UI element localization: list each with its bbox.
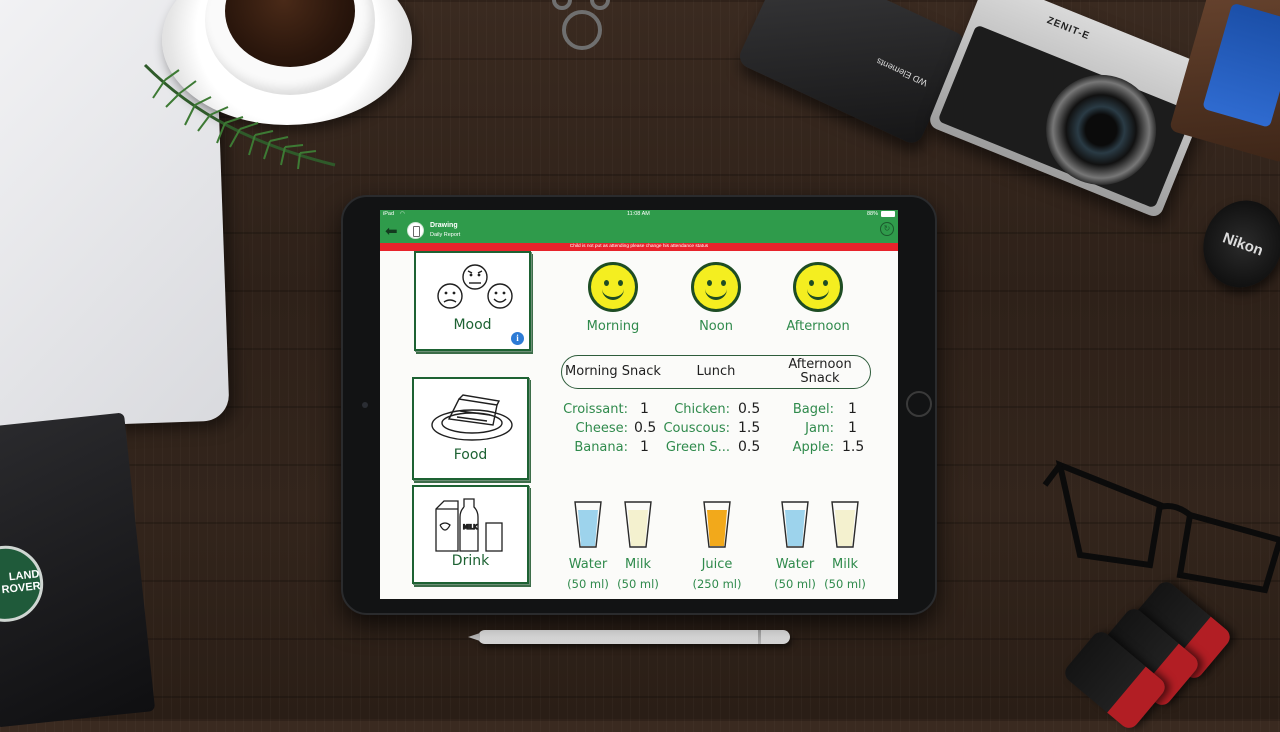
food-item-name: Banana: [574, 440, 628, 455]
drink-glass-icon [574, 501, 602, 548]
food-item-name: Apple: [792, 440, 834, 455]
mood-time-label: Noon [699, 319, 733, 334]
category-label: Mood [453, 317, 492, 333]
attendance-alert: Child is not put as attending please cha… [380, 243, 898, 251]
keys [552, 0, 610, 50]
home-button[interactable] [906, 391, 932, 417]
page-title: Drawing [430, 222, 458, 229]
svg-text:MILK: MILK [463, 524, 478, 531]
meal-label: Morning Snack [565, 364, 661, 379]
food-item-name: Jam: [805, 421, 834, 436]
carrier-label: iPad [383, 211, 395, 217]
food-item-name: Cheese: [575, 421, 628, 436]
status-bar: iPad ◠ 11:08 AM 88% [380, 210, 898, 219]
bag-logo: LAND ROVER [0, 542, 47, 626]
front-camera [362, 402, 368, 408]
drink-glass-icon [781, 501, 809, 548]
nav-bar: ⬅ Drawing Daily Report ↻ [380, 219, 898, 243]
mood-time-label: Morning [586, 319, 640, 334]
stylus-pencil [468, 630, 790, 644]
camera-label: ZENIT-E [1045, 15, 1092, 43]
drink-amount: (250 ml) [692, 577, 742, 591]
food-item-qty: 1.5 [842, 439, 865, 455]
category-card-food[interactable]: Food [412, 377, 529, 480]
battery-percent: 88% [866, 211, 878, 217]
food-item-name: Bagel: [792, 402, 834, 417]
drink-name: Milk [832, 557, 858, 572]
drink-name: Juice [701, 557, 733, 572]
back-arrow-icon[interactable]: ⬅ [385, 222, 398, 240]
food-item-qty: 0.5 [738, 439, 761, 455]
category-card-mood[interactable]: Mood i [414, 251, 531, 351]
eyeglasses [1042, 460, 1280, 594]
drink-glass-icon [624, 501, 652, 548]
info-icon[interactable]: i [511, 332, 524, 345]
drink-glass-icon [831, 501, 859, 548]
happy-face-icon [793, 262, 843, 312]
credit-card [1202, 2, 1280, 128]
black-bag: LAND ROVER [0, 412, 156, 728]
food-item-qty: 1.5 [738, 420, 761, 436]
food-item-name: Chicken: [674, 402, 730, 417]
food-plate-icon [431, 394, 513, 441]
food-item-qty: 1 [848, 401, 857, 417]
lens-cap: Nikon [1191, 189, 1280, 299]
mood-time-label: Afternoon [786, 319, 850, 334]
page-subtitle: Daily Report [430, 232, 461, 238]
clock: 11:08 AM [627, 211, 650, 217]
app-screen: iPad ◠ 11:08 AM 88% ⬅ Drawing Daily Repo… [380, 210, 898, 599]
food-item-qty: 0.5 [738, 401, 761, 417]
food-item-name: Green S... [665, 440, 730, 455]
drive-label: WD Elements [874, 55, 929, 89]
battery-icon [881, 211, 895, 217]
drinks-icon: MILK [435, 498, 503, 552]
food-item-qty: 0.5 [634, 420, 657, 436]
drink-name: Milk [625, 557, 651, 572]
drink-glass-icon [703, 501, 731, 548]
happy-face-icon [588, 262, 638, 312]
food-item-qty: 1 [848, 420, 857, 436]
category-card-drink[interactable]: MILK Drink [412, 485, 529, 584]
report-avatar-icon [407, 222, 424, 239]
happy-face-icon [691, 262, 741, 312]
meal-label: Lunch [696, 364, 736, 379]
drink-amount: (50 ml) [617, 577, 659, 591]
refresh-icon[interactable]: ↻ [880, 222, 894, 236]
meal-label: Afternoon Snack [788, 357, 852, 386]
drink-amount: (50 ml) [824, 577, 866, 591]
wifi-icon: ◠ [400, 211, 405, 217]
pine-branch [143, 63, 336, 170]
food-item-name: Croissant: [563, 402, 628, 417]
mood-faces-icon [437, 264, 513, 309]
category-label: Food [453, 447, 488, 463]
category-label: Drink [451, 553, 490, 569]
food-item-name: Couscous: [663, 421, 730, 436]
